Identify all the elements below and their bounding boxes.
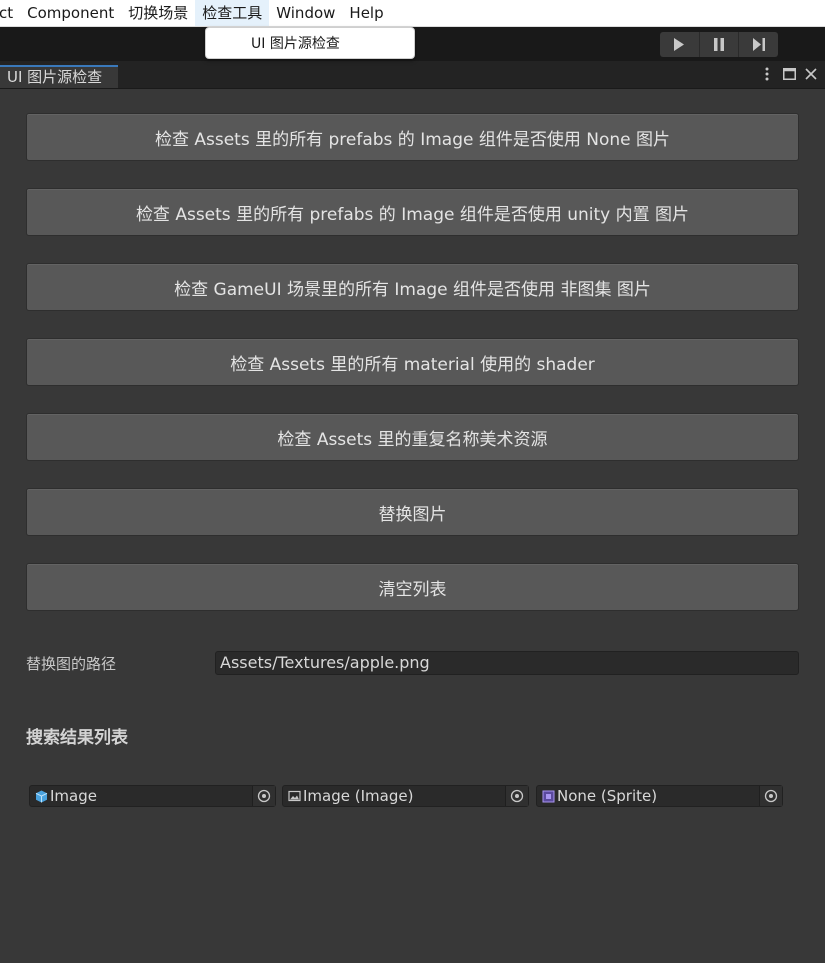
menu-project[interactable]: ct [0, 0, 20, 26]
dropdown-item-ui-image-source-check[interactable]: UI 图片源检查 [251, 33, 340, 53]
check-duplicate-assets-button[interactable]: 检查 Assets 里的重复名称美术资源 [26, 413, 799, 461]
step-button[interactable] [739, 32, 778, 57]
clear-list-button[interactable]: 清空列表 [26, 563, 799, 611]
menu-window[interactable]: Window [269, 0, 342, 26]
object-picker-icon[interactable] [759, 786, 782, 806]
step-icon [752, 38, 765, 51]
window-tab-strip: UI 图片源检查 [0, 61, 825, 89]
object-field-text: None (Sprite) [557, 787, 658, 805]
object-field-sprite[interactable]: None (Sprite) [536, 785, 783, 807]
close-icon[interactable] [803, 66, 819, 82]
pause-button[interactable] [700, 32, 740, 57]
more-vert-icon[interactable] [759, 66, 775, 82]
play-icon [674, 38, 685, 51]
check-tools-dropdown: UI 图片源检查 [205, 27, 415, 59]
object-field-image[interactable]: Image [29, 785, 276, 807]
tab-ui-image-source-check[interactable]: UI 图片源检查 [0, 65, 118, 88]
object-field-image-component[interactable]: Image (Image) [282, 785, 529, 807]
pause-icon [714, 38, 724, 51]
object-field-text: Image [50, 787, 97, 805]
results-title: 搜索结果列表 [26, 728, 128, 748]
object-field-text: Image (Image) [303, 787, 414, 805]
play-button[interactable] [660, 32, 700, 57]
object-picker-icon[interactable] [505, 786, 528, 806]
check-builtin-image-button[interactable]: 检查 Assets 里的所有 prefabs 的 Image 组件是否使用 un… [26, 188, 799, 236]
object-picker-icon[interactable] [252, 786, 275, 806]
replace-path-input[interactable]: Assets/Textures/apple.png [215, 651, 799, 675]
play-controls [660, 32, 778, 57]
menu-check-tools[interactable]: 检查工具 [195, 0, 270, 26]
menu-bar: ct Component 切换场景 检查工具 Window Help [0, 0, 825, 27]
check-none-image-button[interactable]: 检查 Assets 里的所有 prefabs 的 Image 组件是否使用 No… [26, 113, 799, 161]
menu-component[interactable]: Component [20, 0, 121, 26]
menu-switch-scene[interactable]: 切换场景 [121, 0, 195, 26]
sprite-icon [541, 789, 555, 803]
replace-path-label: 替换图的路径 [26, 655, 117, 673]
check-non-atlas-image-button[interactable]: 检查 GameUI 场景里的所有 Image 组件是否使用 非图集 图片 [26, 263, 799, 311]
replace-image-button[interactable]: 替换图片 [26, 488, 799, 536]
maximize-icon[interactable] [781, 66, 797, 82]
menu-help[interactable]: Help [342, 0, 390, 26]
check-material-shader-button[interactable]: 检查 Assets 里的所有 material 使用的 shader [26, 338, 799, 386]
gameobject-cube-icon [34, 789, 48, 803]
image-component-icon [287, 789, 301, 803]
